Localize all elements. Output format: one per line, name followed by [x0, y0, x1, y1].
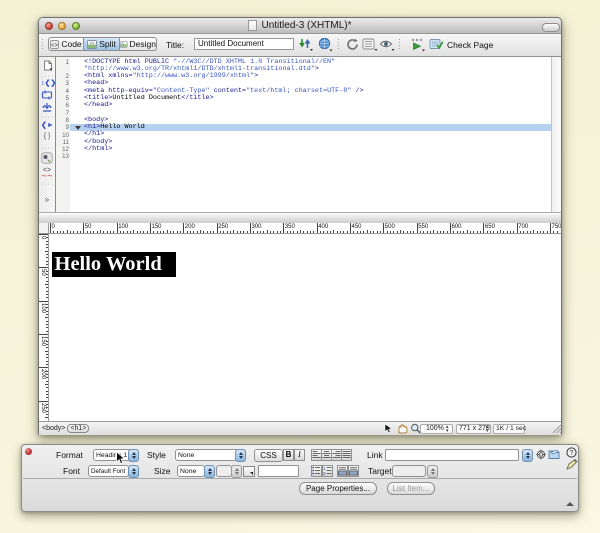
- svg-text:2: 2: [323, 471, 326, 476]
- svg-text:<>: <>: [90, 40, 96, 45]
- svg-text:?: ?: [569, 448, 573, 457]
- svg-text:<>: <>: [51, 42, 59, 48]
